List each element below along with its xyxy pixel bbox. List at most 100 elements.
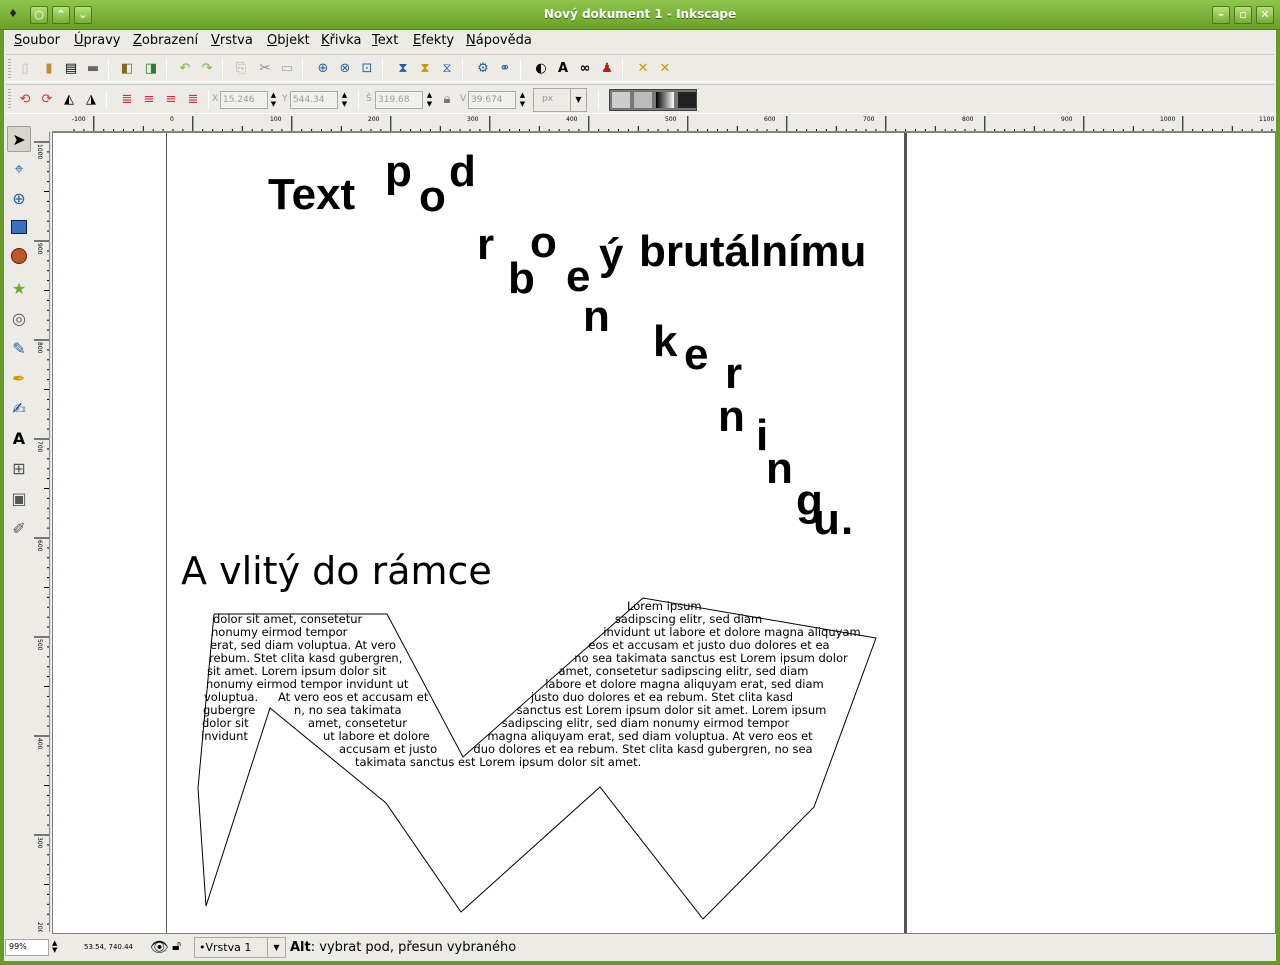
- copy-icon[interactable]: ⎘: [232, 60, 250, 78]
- rotate-ccw-icon[interactable]: ⟲: [16, 91, 34, 109]
- maximize-button[interactable]: ▫: [1234, 6, 1252, 24]
- title-bar: ♦ ○ ⌃ ⌄ Nový dokument 1 - Inkscape – ▫ ✕: [0, 0, 1280, 30]
- horizontal-ruler: -100 0 100 200 300 400 500 600 700 800 9…: [52, 116, 1276, 132]
- import-icon[interactable]: ◧: [118, 60, 136, 78]
- scale-stroke-toggle[interactable]: [612, 92, 630, 108]
- transform-gradients-toggle[interactable]: [656, 92, 674, 108]
- unlink-clone-icon[interactable]: ⧖: [438, 60, 456, 78]
- chevron-down-icon: ▼: [570, 89, 586, 111]
- menu-objekt[interactable]: Objekt: [267, 33, 310, 48]
- open-icon[interactable]: ▮: [40, 60, 58, 78]
- lock-layer-icon[interactable]: 🔓︎: [172, 938, 181, 954]
- menu-zobrazeni[interactable]: Zobrazení: [133, 33, 198, 48]
- toolbar-grip[interactable]: [8, 59, 11, 79]
- zoom-drawing-icon[interactable]: ⊗: [336, 60, 354, 78]
- flip-vertical-icon[interactable]: ◮: [82, 91, 100, 109]
- eye-icon[interactable]: 👁︎: [150, 938, 169, 956]
- kerned-glyph: n: [766, 444, 793, 493]
- duplicate-icon[interactable]: ⧗: [394, 60, 412, 78]
- text-font-icon[interactable]: A: [554, 60, 572, 78]
- menu-krivka[interactable]: Křivka: [321, 33, 361, 48]
- redo-icon[interactable]: ↷: [198, 60, 216, 78]
- pen-tool-icon[interactable]: ✒: [7, 366, 31, 392]
- zoom-spin-arrows[interactable]: ▲ ▼: [52, 940, 57, 954]
- menu-vrstva[interactable]: Vrstva: [211, 33, 253, 48]
- height-spin-arrows[interactable]: ▲ ▼: [518, 91, 527, 109]
- kerned-glyph: ý: [599, 230, 624, 279]
- kerned-glyph: n: [718, 392, 745, 441]
- zoom-page-icon[interactable]: ⊡: [358, 60, 376, 78]
- heading-text[interactable]: A vlitý do rámce: [181, 549, 492, 593]
- zoom-selection-icon[interactable]: ⊕: [314, 60, 332, 78]
- spiral-tool-icon[interactable]: ◎: [7, 306, 31, 332]
- minimize-button[interactable]: –: [1212, 6, 1230, 24]
- fill-stroke-icon[interactable]: ◐: [532, 60, 550, 78]
- transform-patterns-toggle[interactable]: [678, 92, 696, 108]
- rotate-cw-icon[interactable]: ⟳: [38, 91, 56, 109]
- document-properties-icon[interactable]: ✕: [656, 60, 674, 78]
- kerned-glyph: d: [449, 147, 476, 196]
- align-distribute-icon[interactable]: ♟: [598, 60, 616, 78]
- selector-tool-icon[interactable]: ➤: [7, 126, 31, 152]
- cut-icon[interactable]: ✂: [256, 60, 274, 78]
- zoom-field[interactable]: 99%: [5, 939, 49, 956]
- kerned-glyph: r: [725, 349, 743, 398]
- node-tool-icon[interactable]: ⌖: [7, 156, 31, 182]
- vruler-label: 300: [36, 837, 43, 849]
- text-tool-icon[interactable]: A: [7, 426, 31, 452]
- unit-select[interactable]: px ▼: [533, 88, 587, 112]
- raise-icon[interactable]: ≡: [140, 91, 158, 109]
- status-message: Alt: vybrat pod, přesun vybraného: [290, 940, 517, 955]
- hruler-label: -100: [72, 116, 86, 123]
- ellipse-tool-icon[interactable]: [7, 246, 31, 272]
- lower-icon[interactable]: ≡: [162, 91, 180, 109]
- preferences-icon[interactable]: ✕: [634, 60, 652, 78]
- kerned-glyph: p: [385, 147, 412, 196]
- toolbar-grip[interactable]: [8, 89, 11, 109]
- kerned-glyph: n: [583, 292, 610, 341]
- clone-icon[interactable]: ⧗: [416, 60, 434, 78]
- flip-horizontal-icon[interactable]: ◭: [60, 91, 78, 109]
- lower-to-bottom-icon[interactable]: ≣: [184, 91, 202, 109]
- dropper-tool-icon[interactable]: ✐: [7, 516, 31, 542]
- xml-editor-icon[interactable]: ∞: [576, 60, 594, 78]
- pencil-tool-icon[interactable]: ✎: [7, 336, 31, 362]
- y-field[interactable]: [290, 91, 338, 109]
- lock-icon[interactable]: 🔒︎: [438, 91, 456, 109]
- connector-tool-icon[interactable]: ⊞: [7, 456, 31, 482]
- x-field[interactable]: [220, 91, 268, 109]
- calligraphy-tool-icon[interactable]: ✍: [7, 396, 31, 422]
- drawing-canvas[interactable]: Text p o d r b o e ý n brutálnímu k e r n i n g u. A vlitý…: [52, 132, 1276, 934]
- hruler-label: 200: [368, 116, 380, 123]
- toolbox: ➤ ⌖ ⊕ ★ ◎ ✎ ✒ ✍ A ⊞ ▣ ✐: [4, 120, 34, 940]
- rectangle-tool-icon[interactable]: [7, 216, 31, 242]
- paste-icon[interactable]: ▭: [278, 60, 296, 78]
- print-icon[interactable]: ▬: [84, 60, 102, 78]
- width-spin-arrows[interactable]: ▲ ▼: [425, 91, 434, 109]
- ungroup-icon[interactable]: ⚭: [496, 60, 514, 78]
- star-tool-icon[interactable]: ★: [7, 276, 31, 302]
- width-field[interactable]: [375, 91, 423, 109]
- save-icon[interactable]: ▤: [62, 60, 80, 78]
- kerned-glyph: o: [530, 218, 557, 267]
- group-icon[interactable]: ⚙: [474, 60, 492, 78]
- x-spin-arrows[interactable]: ▲ ▼: [269, 91, 278, 109]
- height-field[interactable]: [468, 91, 516, 109]
- layer-select[interactable]: •Vrstva 1 ▼: [194, 937, 286, 958]
- new-document-icon[interactable]: ▯: [16, 60, 34, 78]
- menu-efekty[interactable]: Efekty: [413, 33, 454, 48]
- raise-to-top-icon[interactable]: ≣: [118, 91, 136, 109]
- menu-text[interactable]: Text: [372, 33, 398, 48]
- hruler-label: 100: [270, 116, 282, 123]
- close-button[interactable]: ✕: [1256, 6, 1274, 24]
- gradient-tool-icon[interactable]: ▣: [7, 486, 31, 512]
- menu-soubor[interactable]: Soubor: [14, 33, 60, 48]
- zoom-tool-icon[interactable]: ⊕: [7, 186, 31, 212]
- export-icon[interactable]: ◨: [142, 60, 160, 78]
- scale-corners-toggle[interactable]: [634, 92, 652, 108]
- undo-icon[interactable]: ↶: [176, 60, 194, 78]
- menu-napoveda[interactable]: Nápověda: [466, 33, 532, 48]
- menu-upravy[interactable]: Úpravy: [74, 33, 120, 48]
- y-spin-arrows[interactable]: ▲ ▼: [340, 91, 349, 109]
- kerned-glyph: u: [813, 495, 840, 544]
